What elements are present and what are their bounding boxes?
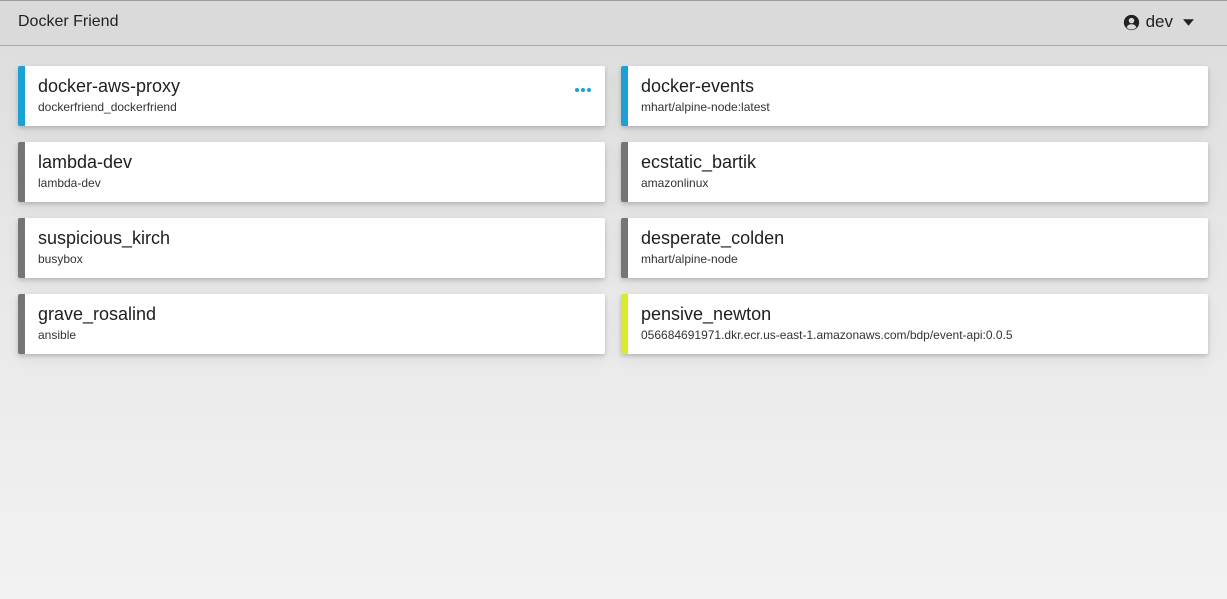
dot [581,88,585,92]
container-name: docker-aws-proxy [38,76,181,96]
container-name: pensive_newton [641,304,772,324]
container-image: lambda-dev [38,176,101,190]
container-card[interactable]: desperate_colden mhart/alpine-node [621,218,1208,278]
container-image: dockerfriend_dockerfriend [38,100,177,114]
container-grid: docker-aws-proxy dockerfriend_dockerfrien… [18,66,1208,354]
container-card[interactable]: pensive_newton 056684691971.dkr.ecr.us-ea… [621,294,1208,354]
more-options-icon[interactable] [575,88,591,92]
container-card[interactable]: lambda-dev lambda-dev [18,142,605,202]
user-menu[interactable]: dev [1123,12,1194,32]
container-image: busybox [38,252,83,266]
container-image: 056684691971.dkr.ecr.us-east-1.amazonaws… [641,328,1013,342]
top-bar: Docker Friend dev [0,0,1227,46]
container-image: mhart/alpine-node:latest [641,100,770,114]
status-indicator [18,66,25,126]
container-image: amazonlinux [641,176,709,190]
status-indicator [621,66,628,126]
app-title: Docker Friend [18,13,119,30]
status-indicator [18,294,25,354]
status-indicator [18,142,25,202]
container-name: ecstatic_bartik [641,152,757,172]
container-name: grave_rosalind [38,304,157,324]
user-name: dev [1145,12,1173,31]
container-image: ansible [38,328,77,342]
status-indicator [621,142,628,202]
user-circle-icon [1123,14,1139,30]
caret-down-icon [1183,18,1194,26]
container-card[interactable]: ecstatic_bartik amazonlinux [621,142,1208,202]
dot [575,88,579,92]
container-image: mhart/alpine-node [641,252,738,266]
container-name: desperate_colden [641,228,785,248]
container-card[interactable]: grave_rosalindansible [18,294,605,354]
status-indicator [621,294,628,354]
container-card[interactable]: docker-aws-proxy dockerfriend_dockerfrien… [18,66,605,126]
dot [587,88,591,92]
container-name: suspicious_kirch [38,228,171,248]
container-name: lambda-dev [38,152,133,172]
status-indicator [621,218,628,278]
container-name: docker-events [641,76,755,96]
status-indicator [18,218,25,278]
container-card[interactable]: suspicious_kirchbusybox [18,218,605,278]
container-card[interactable]: docker-events mhart/alpine-node:latest [621,66,1208,126]
